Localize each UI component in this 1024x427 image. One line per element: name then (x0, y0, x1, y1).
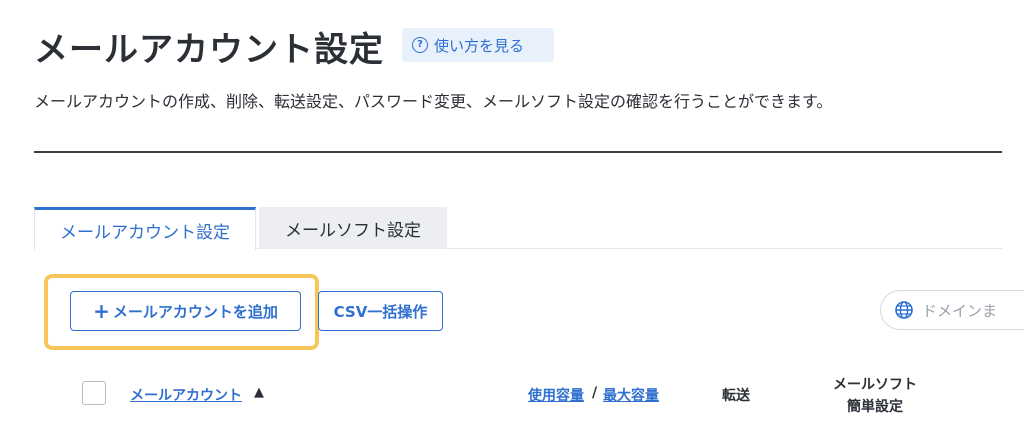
csv-bulk-button[interactable]: CSV一括操作 (318, 291, 443, 331)
globe-icon (895, 301, 913, 319)
column-header-separator: / (592, 385, 598, 401)
column-header-forward: 転送 (722, 388, 750, 404)
column-header-usage[interactable]: 使用容量 (528, 385, 584, 405)
add-mail-account-button[interactable]: + メールアカウントを追加 (70, 291, 301, 331)
domain-search-placeholder: ドメインま (922, 301, 998, 320)
add-mail-account-label: メールアカウントを追加 (112, 302, 278, 321)
page-title: メールアカウント設定 (34, 30, 384, 70)
column-header-mail-software: メールソフト 簡単設定 (820, 374, 930, 418)
column-header-max-capacity[interactable]: 最大容量 (603, 385, 659, 405)
question-circle-icon: ? (412, 37, 428, 53)
header-divider (34, 151, 1002, 153)
sort-ascending-icon: ▲ (254, 385, 264, 400)
plus-icon: + (93, 299, 110, 323)
tab-mail-software-settings[interactable]: メールソフト設定 (259, 207, 447, 249)
tab-mail-account-settings[interactable]: メールアカウント設定 (34, 207, 256, 250)
help-link[interactable]: ? 使い方を見る (402, 28, 554, 62)
select-all-checkbox[interactable] (82, 381, 106, 405)
column-header-mail-software-line2: 簡単設定 (847, 399, 903, 415)
column-header-mail-software-line1: メールソフト (833, 377, 917, 393)
help-link-label: 使い方を見る (434, 36, 525, 55)
page-description: メールアカウントの作成、削除、転送設定、パスワード変更、メールソフト設定の確認を… (34, 92, 833, 111)
domain-search-input[interactable]: ドメインま (880, 290, 1024, 330)
column-header-account[interactable]: メールアカウント (130, 385, 242, 405)
